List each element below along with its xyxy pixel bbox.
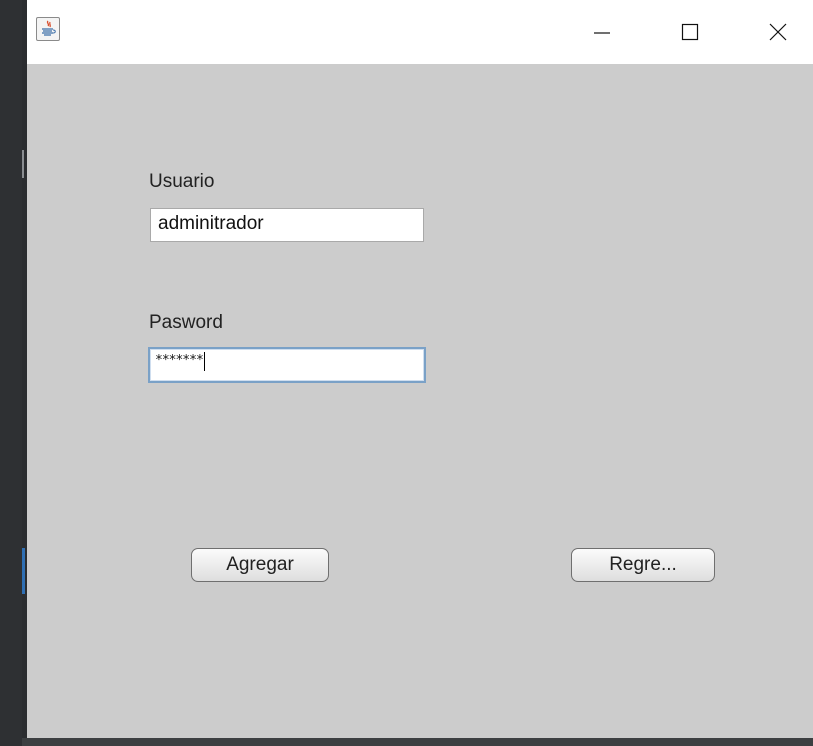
login-window: Usuario adminitrador Pasword ******* Agr… xyxy=(27,0,813,738)
username-label: Usuario xyxy=(149,171,215,192)
java-coffee-icon[interactable] xyxy=(36,17,60,41)
username-value: adminitrador xyxy=(158,213,264,234)
password-field[interactable]: ******* xyxy=(148,347,426,383)
text-caret xyxy=(203,352,205,372)
close-button[interactable] xyxy=(749,0,807,64)
password-value: ******* xyxy=(155,353,204,368)
title-bar[interactable] xyxy=(27,0,813,64)
background-marker-blue xyxy=(22,548,25,594)
maximize-button[interactable] xyxy=(661,0,719,64)
background-marker xyxy=(22,150,24,178)
back-button[interactable]: Regre... xyxy=(571,548,715,582)
background-bottom-bar xyxy=(22,738,813,746)
close-icon xyxy=(769,23,787,41)
background-ide-strip xyxy=(0,0,22,746)
username-field[interactable]: adminitrador xyxy=(150,208,424,242)
minimize-icon xyxy=(594,32,610,34)
minimize-button[interactable] xyxy=(573,0,631,64)
add-button[interactable]: Agregar xyxy=(191,548,329,582)
password-label: Pasword xyxy=(149,312,223,333)
maximize-icon xyxy=(681,23,699,41)
